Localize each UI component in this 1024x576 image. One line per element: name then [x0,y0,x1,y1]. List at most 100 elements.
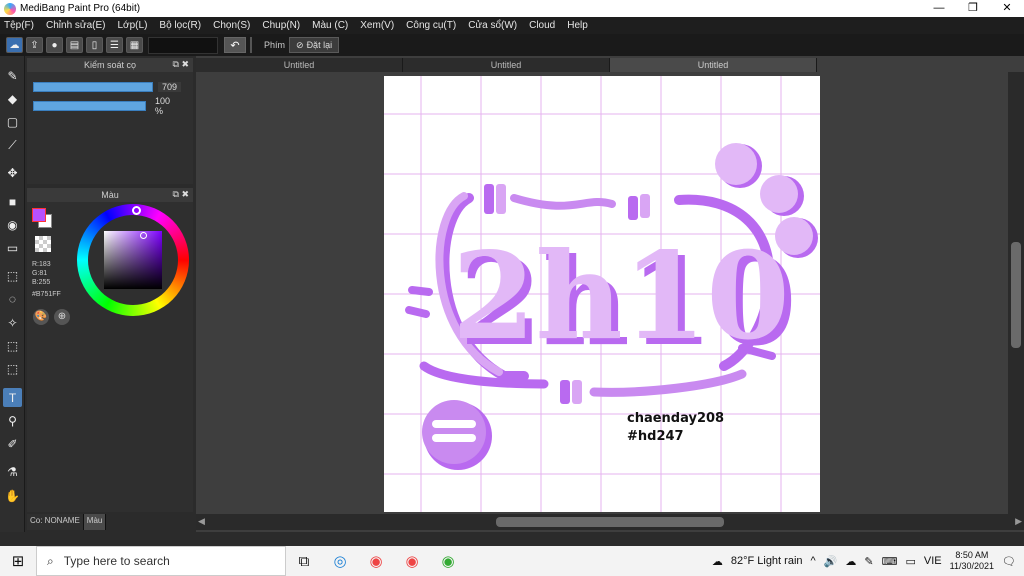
brush-tool-icon[interactable]: ✎ [3,66,22,85]
select-pen-tool-icon[interactable]: ⬚ [3,336,22,355]
message-icon[interactable]: ▤ [66,37,83,53]
rectangle-tool-icon[interactable]: ▢ [3,112,22,131]
scroll-left-icon[interactable]: ◀ [198,516,205,527]
hue-handle[interactable] [132,206,141,215]
vertical-scrollbar[interactable] [1008,72,1024,514]
grid-icon[interactable]: ▦ [126,37,143,53]
select-rect-tool-icon[interactable]: ⬚ [3,266,22,285]
opacity-track[interactable] [33,101,146,111]
keyboard-icon[interactable]: ⌨ [882,555,898,568]
eraser-tool-icon[interactable]: ◆ [3,89,22,108]
color-panel-title: Màu [101,190,119,200]
color-swatches[interactable] [32,208,54,230]
eyedropper-tool-icon[interactable]: ✐ [3,434,22,453]
chrome-icon[interactable]: ◉ [358,546,394,576]
app-logo-icon [4,2,16,15]
menu-filter[interactable]: Bộ lọc(R) [159,20,201,31]
foreground-swatch[interactable] [32,208,46,222]
tab-document-2[interactable]: Untitled [403,58,610,72]
lasso-tool-icon[interactable]: ◌ [3,289,22,308]
saturation-square[interactable] [104,231,162,289]
color-handle[interactable] [140,232,147,239]
document-icon[interactable]: ▯ [86,37,103,53]
scroll-right-icon[interactable]: ▶ [1015,516,1022,527]
hand-tool-icon[interactable]: ✋ [3,486,22,505]
chevron-up-icon[interactable]: ^ [811,555,816,567]
monitor-icon[interactable]: ▭ [906,555,916,568]
brush-opacity-slider[interactable]: 100 % [33,96,183,116]
horizontal-scrollbar[interactable]: ◀ ▶ [196,514,1024,530]
maximize-button[interactable]: ❐ [956,0,990,17]
tab-color[interactable]: Màu [83,514,107,530]
transparent-swatch[interactable] [35,236,51,252]
magic-wand-tool-icon[interactable]: ✧ [3,313,22,332]
menu-help[interactable]: Help [567,20,588,31]
color-wheel[interactable] [77,204,189,316]
edge-icon[interactable]: ◎ [322,546,358,576]
pen-icon[interactable]: ✎ [864,555,873,568]
brush-size-slider[interactable]: 709 [33,82,183,92]
menu-edit[interactable]: Chỉnh sửa(E) [46,20,106,31]
notifications-icon[interactable]: 🗨 [1002,555,1016,568]
menu-color[interactable]: Màu (C) [312,20,348,31]
select-eraser-tool-icon[interactable]: ⬚ [3,359,22,378]
bucket-tool-icon[interactable]: ◉ [3,215,22,234]
weather-icon[interactable]: ☁ [712,555,723,568]
hex-value: #B751FF [32,291,61,298]
menu-capture[interactable]: Chup(N) [262,20,300,31]
cloud-icon[interactable]: ☁ [6,37,23,53]
list-icon[interactable]: ☰ [106,37,123,53]
system-tray: ☁ 82°F Light rain ^ 🔊 ☁ ✎ ⌨ ▭ VIE 8:50 A… [712,546,1024,576]
toolbar-field[interactable] [148,36,218,54]
text-tool-icon[interactable]: T [3,388,22,407]
tab-document-3[interactable]: Untitled [610,58,817,72]
menu-select[interactable]: Chọn(S) [213,20,250,31]
share-icon[interactable]: ⇪ [26,37,43,53]
palette-add-icon[interactable]: ⊕ [54,309,70,325]
menu-layer[interactable]: Lớp(L) [118,20,148,31]
medibang-taskbar-icon[interactable]: ◉ [430,546,466,576]
move-tool-icon[interactable]: ✥ [3,163,22,182]
comment-icon[interactable]: ● [46,37,63,53]
menu-window[interactable]: Cửa sổ(W) [468,20,517,31]
tab-document-1[interactable]: Untitled [196,58,403,72]
reset-button[interactable]: ⊘ Đặt lại [289,37,340,53]
menu-file[interactable]: Tệp(F) [4,20,34,31]
palette-icon[interactable]: 🎨 [33,309,49,325]
minimize-button[interactable]: — [922,0,956,17]
horizontal-scroll-thumb[interactable] [496,517,724,527]
undo-button[interactable]: ↶ [224,37,246,53]
opacity-value[interactable]: 100 % [151,96,183,116]
vertical-scroll-thumb[interactable] [1011,242,1021,348]
operation-tool-icon[interactable]: ⚲ [3,411,22,430]
speaker-icon[interactable]: 🔊 [824,555,838,568]
clock[interactable]: 8:50 AM 11/30/2021 [950,550,994,572]
size-value[interactable]: 709 [158,82,182,92]
taskbar-search[interactable]: ⌕ Type here to search [36,546,286,576]
menu-tools[interactable]: Công cụ(T) [406,20,456,31]
menu-view[interactable]: Xem(V) [360,20,394,31]
toolbar-separator [250,37,252,53]
dropper-tool-icon[interactable]: ⚗ [3,462,22,481]
windows-start-icon[interactable]: ⊞ [0,546,36,576]
chrome-profile-icon[interactable]: ◉ [394,546,430,576]
size-track[interactable] [33,82,153,92]
cloud-icon[interactable]: ☁ [845,555,856,568]
gradient-tool-icon[interactable]: ▭ [3,238,22,257]
task-view-icon[interactable]: ⧉ [286,546,322,576]
brush-control-panel: Kiểm soát cọ ⧉ ✖ 709 100 % [27,58,193,184]
close-button[interactable]: ✕ [990,0,1024,17]
tab-brush[interactable]: Co: NONAME [27,514,84,530]
line-tool-icon[interactable]: ⟋ [3,136,22,155]
color-panel-controls[interactable]: ⧉ ✖ [173,189,189,200]
weather-text[interactable]: 82°F Light rain [731,555,803,567]
search-placeholder: Type here to search [63,554,170,568]
blue-value: B:255 [32,279,51,286]
credit-line-2: #hd247 [627,429,684,444]
menu-cloud[interactable]: Cloud [529,20,555,31]
shortcut-label: Phím [264,40,286,50]
artboard-canvas[interactable]: 2h10 2h10 chaenday208 #hd247 [384,76,820,512]
panel-controls[interactable]: ⧉ ✖ [173,59,189,70]
language-indicator[interactable]: VIE [924,555,942,567]
shape-fill-tool-icon[interactable]: ■ [3,192,22,211]
